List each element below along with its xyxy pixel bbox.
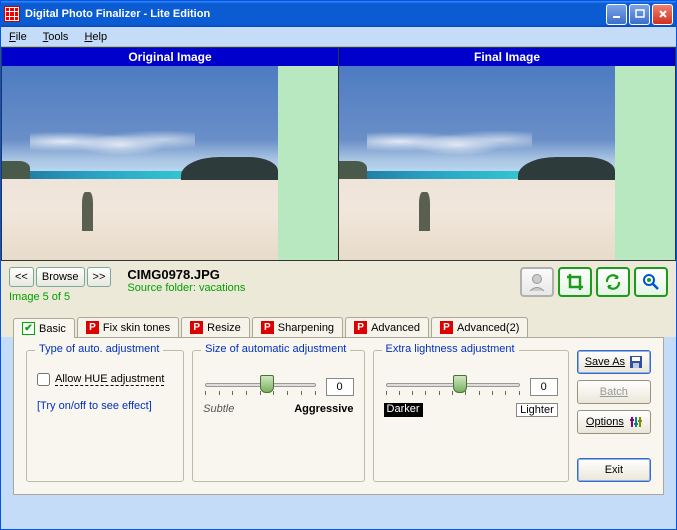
pro-icon: P xyxy=(86,321,99,334)
browse-button[interactable]: Browse xyxy=(36,267,85,287)
tab-skin[interactable]: P Fix skin tones xyxy=(77,317,179,337)
window-title: Digital Photo Finalizer - Lite Edition xyxy=(25,8,210,20)
hue-label[interactable]: Allow HUE adjustment xyxy=(55,373,164,386)
button-label: Batch xyxy=(600,386,628,398)
tab-basic[interactable]: ✔ Basic xyxy=(13,318,75,338)
zoom-tool-button[interactable] xyxy=(634,267,668,297)
button-label: Options xyxy=(586,416,624,428)
original-image xyxy=(2,66,338,260)
size-slider[interactable] xyxy=(203,373,317,401)
extra-slider[interactable] xyxy=(384,373,522,401)
button-label: Exit xyxy=(605,464,623,476)
options-button[interactable]: Options xyxy=(577,410,651,434)
close-button[interactable] xyxy=(652,4,673,25)
tab-sharpen[interactable]: P Sharpening xyxy=(252,317,343,337)
tab-label: Resize xyxy=(207,322,241,334)
extra-left-label: Darker xyxy=(384,403,423,417)
tab-label: Sharpening xyxy=(278,322,334,334)
pro-icon: P xyxy=(354,321,367,334)
options-icon xyxy=(628,415,642,429)
fieldset-extra-title: Extra lightness adjustment xyxy=(382,343,519,355)
image-count: Image 5 of 5 xyxy=(9,291,121,303)
original-header: Original Image xyxy=(2,48,338,66)
pro-icon: P xyxy=(440,321,453,334)
size-value: 0 xyxy=(326,378,354,396)
size-right-label: Aggressive xyxy=(294,403,353,415)
file-source: Source folder: vacations xyxy=(127,282,245,294)
minimize-button[interactable] xyxy=(606,4,627,25)
batch-button[interactable]: Batch xyxy=(577,380,651,404)
tab-label: Basic xyxy=(39,323,66,335)
tab-label: Fix skin tones xyxy=(103,322,170,334)
final-image xyxy=(339,66,675,260)
tab-label: Advanced(2) xyxy=(457,322,519,334)
tab-label: Advanced xyxy=(371,322,420,334)
menu-help[interactable]: Help xyxy=(84,31,107,43)
extra-right-label: Lighter xyxy=(516,403,558,417)
menu-file[interactable]: File xyxy=(9,31,27,43)
final-header: Final Image xyxy=(339,48,675,66)
crop-tool-button[interactable] xyxy=(558,267,592,297)
tab-advanced2[interactable]: P Advanced(2) xyxy=(431,317,528,337)
refresh-tool-button[interactable] xyxy=(596,267,630,297)
extra-value: 0 xyxy=(530,378,558,396)
exit-button[interactable]: Exit xyxy=(577,458,651,482)
hue-checkbox[interactable] xyxy=(37,373,50,386)
check-icon: ✔ xyxy=(22,322,35,335)
fieldset-type-title: Type of auto. adjustment xyxy=(35,343,163,355)
pro-icon: P xyxy=(261,321,274,334)
size-left-label: Subtle xyxy=(203,403,234,415)
tab-resize[interactable]: P Resize xyxy=(181,317,250,337)
save-icon xyxy=(629,355,643,369)
face-tool-button[interactable] xyxy=(520,267,554,297)
maximize-button[interactable] xyxy=(629,4,650,25)
fieldset-size-title: Size of automatic adjustment xyxy=(201,343,350,355)
save-as-button[interactable]: Save As xyxy=(577,350,651,374)
prev-button[interactable]: << xyxy=(9,267,34,287)
hue-hint[interactable]: [Try on/off to see effect] xyxy=(37,400,173,412)
pro-icon: P xyxy=(190,321,203,334)
next-button[interactable]: >> xyxy=(87,267,112,287)
button-label: Save As xyxy=(585,356,625,368)
menu-tools[interactable]: Tools xyxy=(43,31,69,43)
file-name: CIMG0978.JPG xyxy=(127,267,245,282)
tab-advanced[interactable]: P Advanced xyxy=(345,317,429,337)
app-icon xyxy=(4,6,20,22)
